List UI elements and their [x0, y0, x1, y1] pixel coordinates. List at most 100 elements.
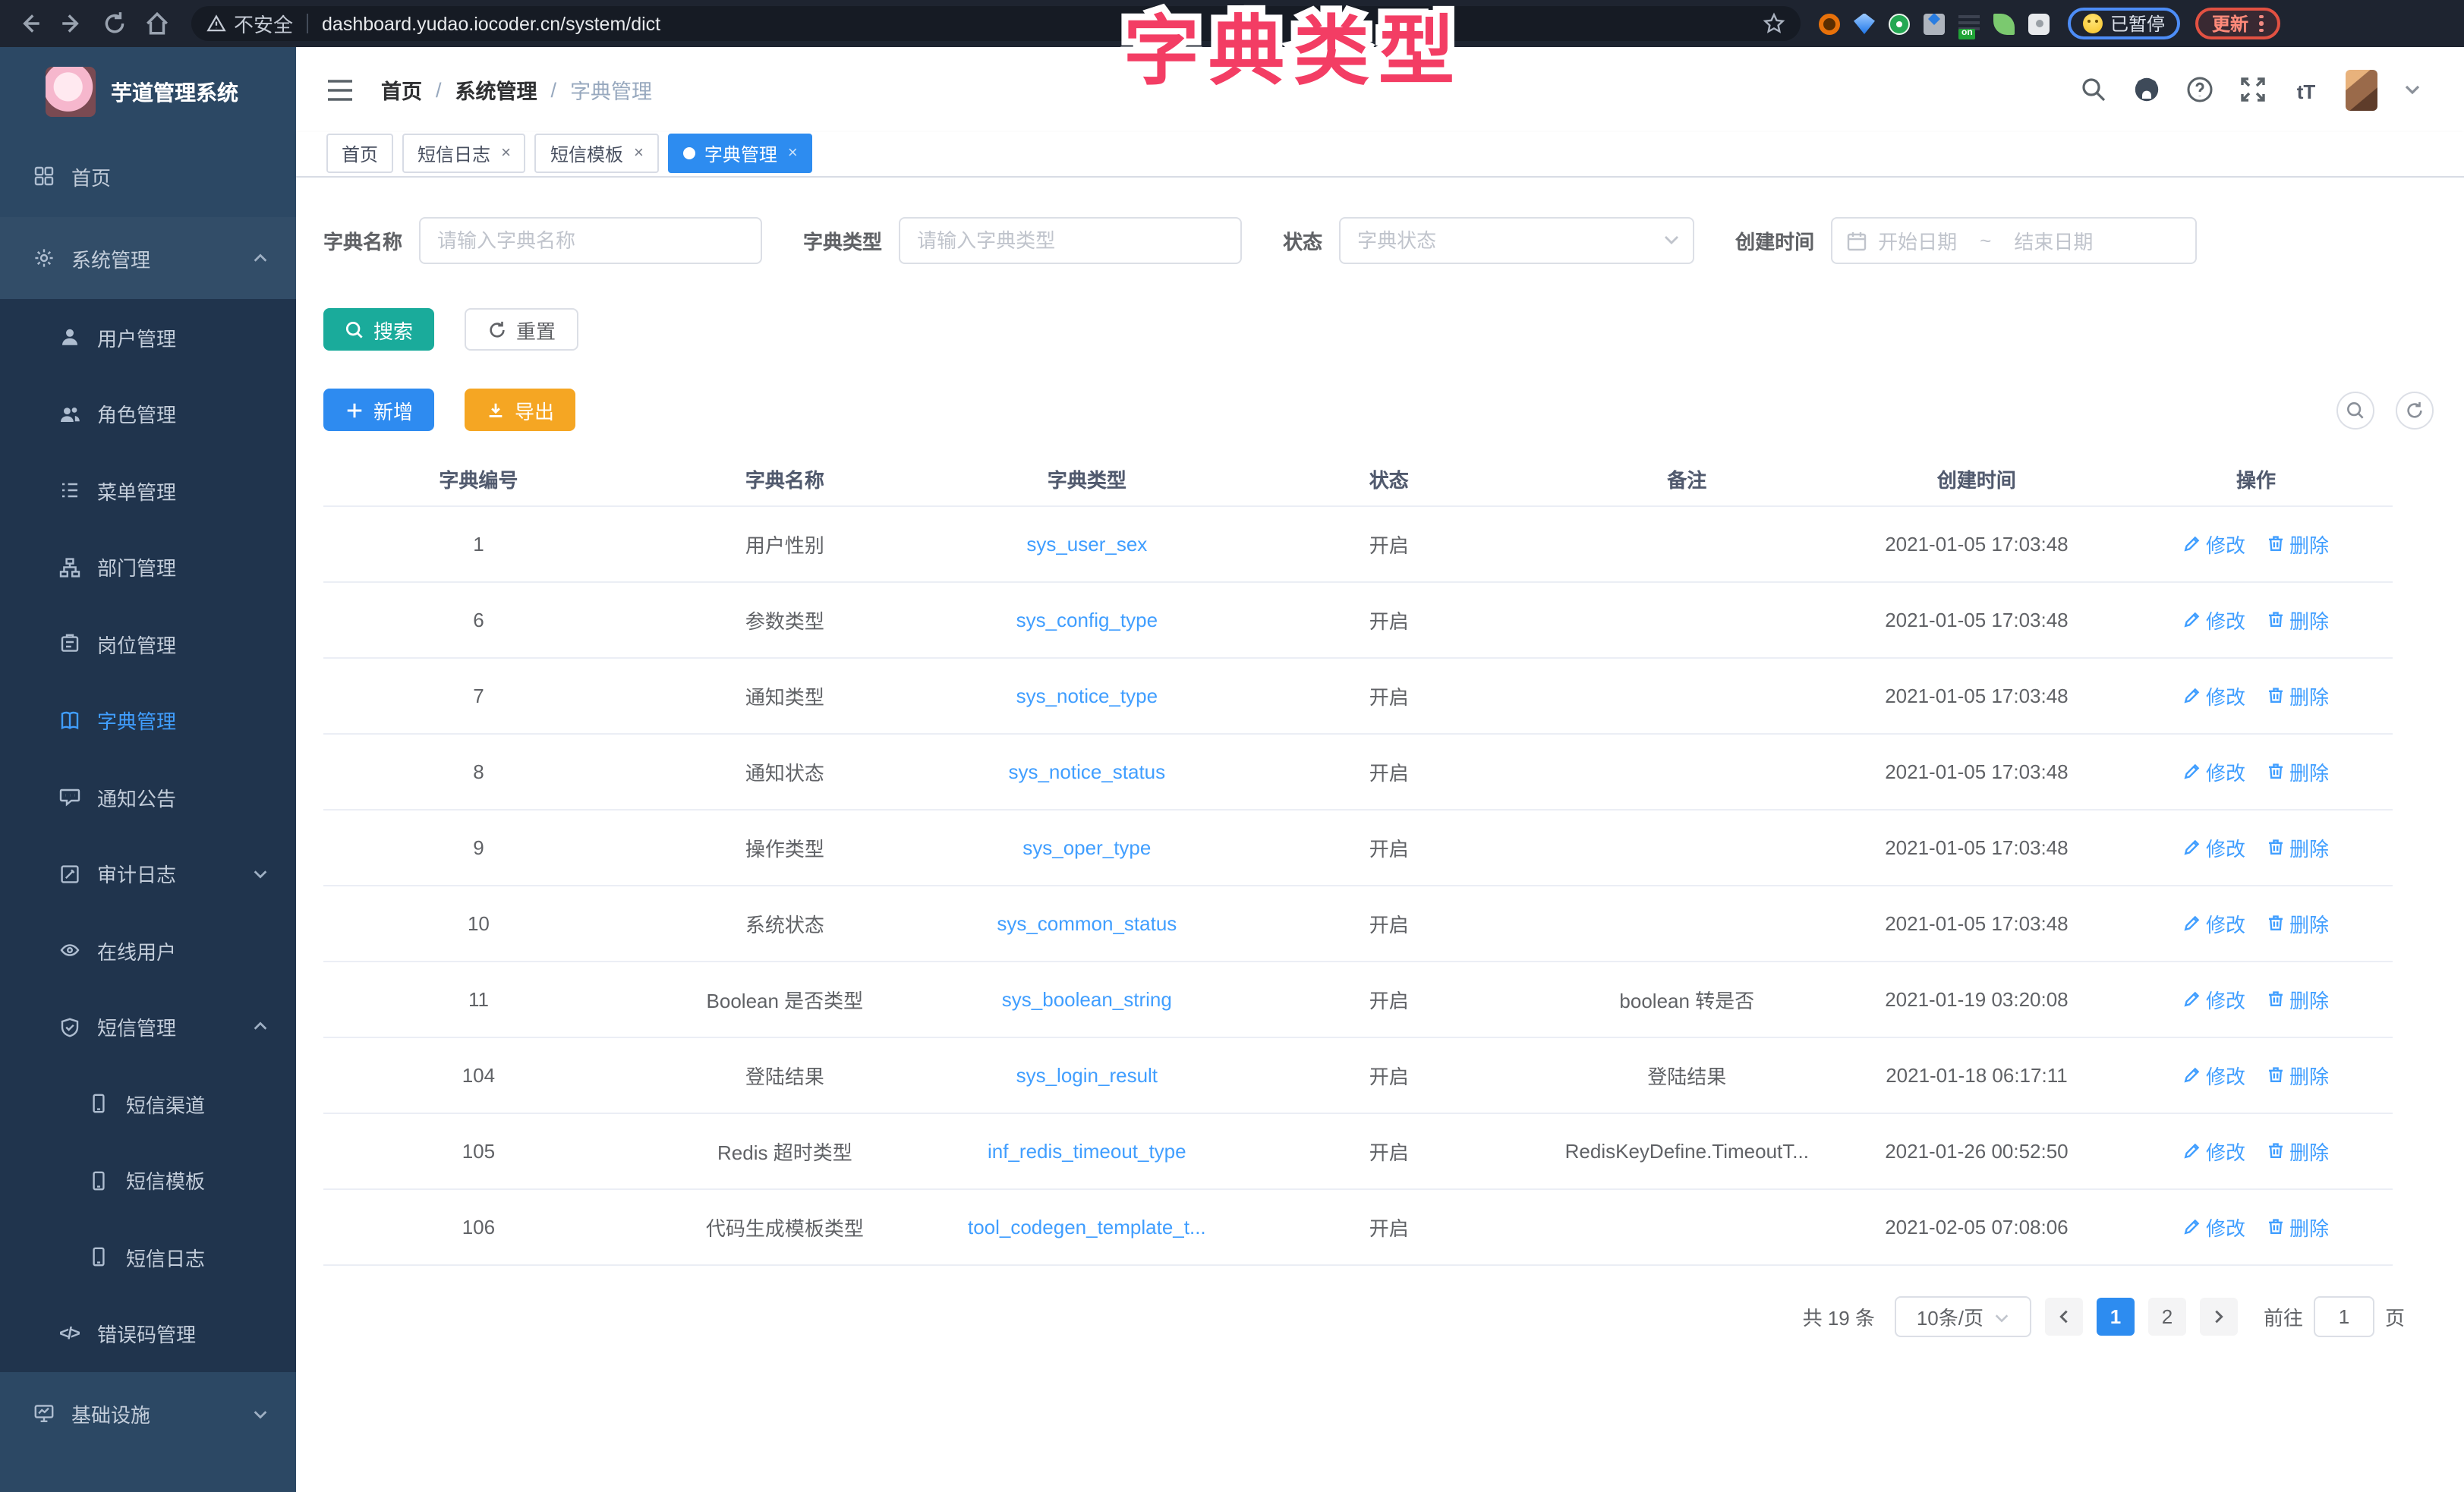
edit-row-button[interactable]: 修改 — [2183, 605, 2245, 634]
status-select[interactable] — [1339, 217, 1694, 264]
browser-back-icon[interactable] — [17, 11, 43, 36]
delete-row-button[interactable]: 删除 — [2267, 1060, 2329, 1089]
delete-row-button[interactable]: 删除 — [2267, 984, 2329, 1013]
browser-reload-icon[interactable] — [102, 11, 128, 36]
dict-type-link[interactable]: sys_common_status — [997, 911, 1177, 934]
dict-type-link[interactable]: sys_user_sex — [1026, 532, 1147, 555]
delete-row-button[interactable]: 删除 — [2267, 681, 2329, 710]
url-text[interactable]: dashboard.yudao.iocoder.cn/system/dict — [322, 13, 660, 34]
date-start-placeholder[interactable]: 开始日期 — [1878, 226, 1957, 255]
dict-type-link[interactable]: sys_config_type — [1016, 608, 1158, 631]
sidebar-item-infra[interactable]: 基础设施 — [0, 1372, 296, 1454]
date-range-picker[interactable]: 开始日期 ~ 结束日期 — [1831, 217, 2197, 264]
date-end-placeholder[interactable]: 结束日期 — [2014, 226, 2093, 255]
edit-row-button[interactable]: 修改 — [2183, 984, 2245, 1013]
profile-paused-chip[interactable]: 已暂停 — [2068, 8, 2180, 39]
dict-type-link[interactable]: sys_login_result — [1016, 1063, 1158, 1086]
delete-row-button[interactable]: 删除 — [2267, 605, 2329, 634]
breadcrumb-item[interactable]: 系统管理 — [455, 74, 537, 105]
fullscreen-icon[interactable] — [2239, 76, 2267, 103]
hamburger-icon[interactable] — [326, 78, 354, 101]
sidebar-item-sms-log[interactable]: 短信日志 — [0, 1219, 296, 1295]
delete-row-button[interactable]: 删除 — [2267, 1212, 2329, 1241]
add-button[interactable]: 新增 — [323, 389, 434, 431]
dict-type-link[interactable]: inf_redis_timeout_type — [988, 1139, 1186, 1162]
dict-type-link[interactable]: sys_notice_type — [1016, 684, 1158, 707]
avatar-caret-down-icon[interactable] — [2403, 80, 2421, 99]
sidebar-item-errcode[interactable]: </>错误码管理 — [0, 1295, 296, 1372]
sidebar-item-notice[interactable]: 通知公告 — [0, 759, 296, 836]
export-button[interactable]: 导出 — [465, 389, 575, 431]
next-page-button[interactable] — [2200, 1297, 2238, 1335]
sidebar-item-post[interactable]: 岗位管理 — [0, 606, 296, 682]
delete-row-button[interactable]: 删除 — [2267, 908, 2329, 937]
tab-close-icon[interactable]: × — [788, 144, 798, 162]
page-button-2[interactable]: 2 — [2148, 1297, 2186, 1335]
tab-短信日志[interactable]: 短信日志× — [402, 134, 526, 173]
tab-首页[interactable]: 首页 — [326, 134, 393, 173]
sidebar-item-sms-template[interactable]: 短信模板 — [0, 1142, 296, 1219]
sidebar-item-home[interactable]: 首页 — [0, 135, 296, 217]
page-button-1[interactable]: 1 — [2097, 1297, 2135, 1335]
app-logo-row[interactable]: 芋道管理系统 — [0, 47, 296, 135]
green-leaf-extension-icon[interactable] — [1993, 13, 2015, 34]
header-search-icon[interactable] — [2080, 76, 2107, 103]
toggle-search-button[interactable] — [2336, 391, 2374, 429]
dict-type-link[interactable]: sys_boolean_string — [1002, 987, 1172, 1010]
refresh-table-button[interactable] — [2396, 391, 2434, 429]
edit-row-button[interactable]: 修改 — [2183, 833, 2245, 861]
tab-close-icon[interactable]: × — [634, 144, 644, 162]
tab-close-icon[interactable]: × — [501, 144, 511, 162]
sidebar-item-online-user[interactable]: 在线用户 — [0, 912, 296, 989]
edit-row-button[interactable]: 修改 — [2183, 529, 2245, 558]
sidebar-item-sms[interactable]: 短信管理 — [0, 989, 296, 1065]
sidebar-item-sms-channel[interactable]: 短信渠道 — [0, 1065, 296, 1142]
font-size-icon[interactable]: tT — [2292, 76, 2320, 103]
sidebar-item-menu[interactable]: 菜单管理 — [0, 452, 296, 529]
address-bar[interactable]: 不安全 dashboard.yudao.iocoder.cn/system/di… — [191, 6, 1801, 41]
dict-type-link[interactable]: sys_oper_type — [1022, 836, 1151, 858]
prev-page-button[interactable] — [2045, 1297, 2083, 1335]
edit-row-button[interactable]: 修改 — [2183, 1212, 2245, 1241]
sidebar-item-dict[interactable]: 字典管理 — [0, 682, 296, 759]
sidebar-item-role[interactable]: 角色管理 — [0, 376, 296, 452]
reset-button[interactable]: 重置 — [465, 308, 578, 351]
sidebar-item-audit-log[interactable]: 审计日志 — [0, 836, 296, 912]
blue-gem-extension-icon[interactable] — [1854, 13, 1875, 34]
dict-type-input[interactable] — [899, 217, 1242, 264]
delete-row-button[interactable]: 删除 — [2267, 1136, 2329, 1165]
browser-forward-icon[interactable] — [59, 11, 85, 36]
green-circle-extension-icon[interactable] — [1889, 13, 1910, 34]
dict-name-input[interactable] — [419, 217, 762, 264]
github-icon[interactable] — [2133, 76, 2160, 103]
search-button[interactable]: 搜索 — [323, 308, 434, 351]
orange-ring-extension-icon[interactable] — [1819, 13, 1840, 34]
blue-diamond-extension-icon[interactable] — [1924, 13, 1945, 34]
list-badge-extension-icon[interactable]: on — [1958, 13, 1980, 34]
white-puzzle-extension-icon[interactable] — [2028, 13, 2050, 34]
page-size-select[interactable]: 10条/页 — [1895, 1295, 2031, 1336]
browser-menu-kebab-icon[interactable] — [2259, 15, 2263, 33]
dict-type-link[interactable]: tool_codegen_template_t... — [968, 1215, 1206, 1238]
status-select-input[interactable] — [1339, 217, 1694, 264]
edit-row-button[interactable]: 修改 — [2183, 757, 2245, 785]
breadcrumb-item[interactable]: 首页 — [381, 74, 422, 105]
delete-row-button[interactable]: 删除 — [2267, 833, 2329, 861]
goto-page-input[interactable] — [2314, 1295, 2374, 1336]
bookmark-star-icon[interactable] — [1763, 12, 1785, 35]
browser-update-button[interactable]: 更新 — [2195, 8, 2280, 39]
edit-row-button[interactable]: 修改 — [2183, 1060, 2245, 1089]
browser-home-icon[interactable] — [144, 11, 170, 36]
edit-row-button[interactable]: 修改 — [2183, 681, 2245, 710]
sidebar-item-user[interactable]: 用户管理 — [0, 299, 296, 376]
tab-字典管理[interactable]: 字典管理× — [668, 134, 813, 173]
edit-row-button[interactable]: 修改 — [2183, 1136, 2245, 1165]
tab-短信模板[interactable]: 短信模板× — [535, 134, 659, 173]
delete-row-button[interactable]: 删除 — [2267, 757, 2329, 785]
dict-type-link[interactable]: sys_notice_status — [1008, 760, 1165, 782]
delete-row-button[interactable]: 删除 — [2267, 529, 2329, 558]
security-warning[interactable]: 不安全 — [206, 9, 293, 38]
sidebar-item-dept[interactable]: 部门管理 — [0, 529, 296, 606]
sidebar-item-system[interactable]: 系统管理 — [0, 217, 296, 299]
help-icon[interactable] — [2186, 76, 2214, 103]
